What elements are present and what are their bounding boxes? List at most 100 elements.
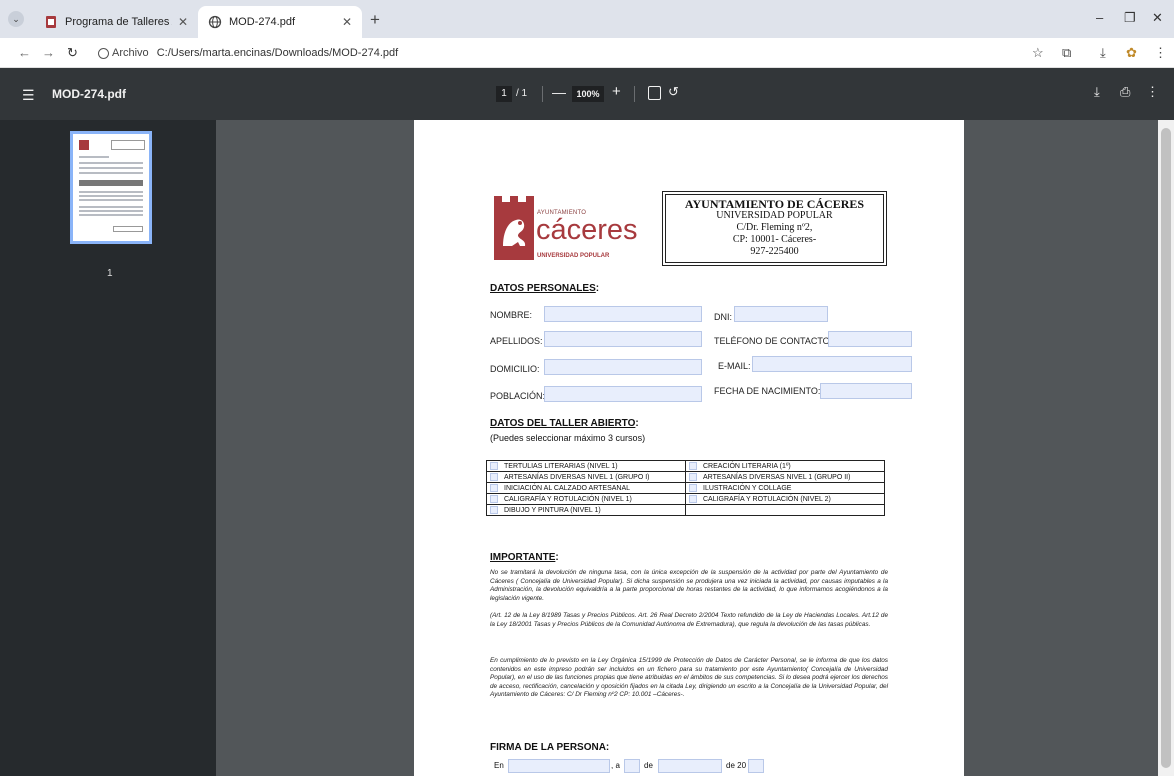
label-fecha-nacimiento: FECHA DE NACIMIENTO: [714, 386, 821, 396]
course-row: INICIACIÓN AL CALZADO ARTESANAL ILUSTRACI… [486, 482, 885, 494]
close-tab-icon[interactable]: ✕ [342, 15, 352, 29]
header-title: AYUNTAMIENTO DE CÁCERES [684, 197, 865, 211]
institution-header: AYUNTAMIENTO DE CÁCERES UNIVERSIDAD POPU… [662, 191, 887, 266]
nombre-field[interactable] [544, 306, 702, 322]
minimize-icon[interactable]: – [1096, 10, 1103, 25]
course-label: ARTESANÍAS DIVERSAS NIVEL 1 (GRUPO II) [703, 473, 851, 481]
label-apellidos: APELLIDOS: [490, 336, 543, 346]
course-cell [685, 504, 885, 516]
header-line: CP: 10001- Cáceres- [732, 234, 817, 245]
course-checkbox[interactable] [490, 506, 498, 514]
course-cell: INICIACIÓN AL CALZADO ARTESANAL [486, 482, 686, 494]
tab-list-icon[interactable]: ⌄ [8, 11, 24, 27]
course-label: INICIACIÓN AL CALZADO ARTESANAL [504, 484, 631, 492]
course-row: ARTESANÍAS DIVERSAS NIVEL 1 (GRUPO I) ART… [486, 471, 885, 483]
course-cell: TERTULIAS LITERARIAS (NIVEL 1) [486, 460, 686, 472]
close-window-icon[interactable]: ✕ [1152, 10, 1163, 26]
address-bar[interactable]: Archivo C:/Users/marta.encinas/Downloads… [92, 42, 1022, 64]
divider [542, 86, 543, 102]
course-cell: CALIGRAFÍA Y ROTULACIÓN (NIVEL 2) [685, 493, 885, 505]
vertical-scrollbar[interactable] [1158, 120, 1174, 776]
course-checkbox[interactable] [490, 462, 498, 470]
course-checkbox[interactable] [689, 484, 697, 492]
logo-line-universidad: UNIVERSIDAD POPULAR [537, 253, 610, 259]
label-en: En [494, 761, 504, 770]
email-field[interactable] [752, 356, 912, 372]
dni-field[interactable] [734, 306, 828, 322]
course-cell: DIBUJO Y PINTURA (NIVEL 1) [486, 504, 686, 516]
restore-icon[interactable]: ❐ [1124, 10, 1136, 26]
print-icon[interactable]: ⎙ [1120, 84, 1130, 100]
course-row: TERTULIAS LITERARIAS (NIVEL 1) CREACIÓN L… [486, 460, 885, 472]
domicilio-field[interactable] [544, 359, 702, 375]
file-chip-label: Archivo [112, 47, 149, 59]
page-thumbnail[interactable] [70, 131, 152, 244]
browser-menu-icon[interactable]: ⋮ [1154, 45, 1167, 61]
new-tab-icon[interactable]: + [370, 10, 380, 30]
download-icon[interactable]: ⤓ [1094, 84, 1100, 100]
legal-reference-paragraph: (Art. 12 de la Ley 8/1989 Tasas y Precio… [490, 612, 888, 628]
firma-mes-field[interactable] [658, 759, 722, 773]
telefono-field[interactable] [828, 331, 912, 347]
course-cell: CREACIÓN LITERARIA (1º) [685, 460, 885, 472]
ayuntamiento-favicon-icon [44, 15, 58, 29]
zoom-input[interactable]: 100% [572, 86, 604, 102]
close-tab-icon[interactable]: ✕ [178, 15, 188, 29]
fit-page-icon[interactable] [648, 86, 661, 100]
course-table: TERTULIAS LITERARIAS (NIVEL 1) CREACIÓN L… [486, 460, 885, 516]
course-row: CALIGRAFÍA Y ROTULACIÓN (NIVEL 1) CALIGRA… [486, 493, 885, 505]
firma-dia-field[interactable] [624, 759, 640, 773]
back-icon[interactable]: ← [18, 45, 31, 60]
firma-lugar-field[interactable] [508, 759, 610, 773]
course-label: CREACIÓN LITERARIA (1º) [703, 462, 791, 470]
course-cell: ARTESANÍAS DIVERSAS NIVEL 1 (GRUPO I) [486, 471, 686, 483]
label-telefono: TELÉFONO DE CONTACTO: [714, 336, 833, 346]
zoom-out-icon[interactable]: — [552, 84, 566, 100]
label-a: , a [611, 761, 620, 770]
hamburger-menu-icon[interactable]: ☰ [22, 87, 35, 104]
course-checkbox[interactable] [490, 473, 498, 481]
label-nombre: NOMBRE: [490, 310, 533, 320]
label-email: E-MAIL: [718, 361, 751, 371]
poblacion-field[interactable] [544, 386, 702, 402]
header-line: C/Dr. Fleming nº2, [736, 222, 813, 233]
header-line: UNIVERSIDAD POPULAR [716, 210, 833, 221]
fecha-nacimiento-field[interactable] [820, 383, 912, 399]
scrollbar-thumb[interactable] [1161, 128, 1171, 768]
course-cell: ILUSTRACIÓN Y COLLAGE [685, 482, 885, 494]
label-de: de [644, 761, 653, 770]
course-checkbox[interactable] [490, 484, 498, 492]
profile-icon[interactable]: ✿ [1126, 45, 1137, 61]
header-line: 927-225400 [750, 246, 799, 257]
label-poblacion: POBLACIÓN: [490, 391, 546, 401]
reload-icon[interactable]: ↻ [67, 45, 78, 61]
extensions-icon[interactable]: ⧉ [1062, 45, 1071, 61]
thumbnail-sidebar: 1 [0, 120, 216, 776]
course-checkbox[interactable] [689, 495, 697, 503]
forward-icon[interactable]: → [42, 45, 55, 60]
zoom-in-icon[interactable]: + [612, 83, 621, 100]
apellidos-field[interactable] [544, 331, 702, 347]
course-checkbox[interactable] [689, 473, 697, 481]
page-number-input[interactable]: 1 [496, 86, 512, 102]
data-protection-paragraph: En cumplimiento de lo previsto en la Ley… [490, 657, 888, 699]
course-checkbox[interactable] [490, 495, 498, 503]
bookmark-star-icon[interactable]: ☆ [1032, 45, 1044, 61]
course-label: CALIGRAFÍA Y ROTULACIÓN (NIVEL 1) [504, 495, 632, 503]
firma-anio-field[interactable] [748, 759, 764, 773]
label-dni: DNI: [714, 312, 732, 322]
firma-title: FIRMA DE LA PERSONA: [490, 742, 610, 753]
globe-icon [208, 15, 222, 29]
course-checkbox[interactable] [689, 462, 697, 470]
taller-subtitle: (Puedes seleccionar máximo 3 cursos) [490, 433, 646, 443]
page-total: / 1 [516, 88, 528, 99]
pdf-page: AYUNTAMIENTO cáceres UNIVERSIDAD POPULAR… [414, 120, 964, 776]
divider [634, 86, 635, 102]
tab-programa-talleres[interactable]: Programa de Talleres Abiertos ✕ [34, 6, 198, 38]
more-actions-icon[interactable]: ⋮ [1146, 84, 1159, 100]
tab-mod-274[interactable]: MOD-274.pdf ✕ [198, 6, 362, 38]
downloads-icon[interactable]: ⤓ [1100, 45, 1106, 61]
label-de-year: de 20 [726, 761, 747, 770]
rotate-icon[interactable]: ↺ [668, 84, 679, 100]
file-info-chip[interactable]: Archivo [98, 47, 149, 59]
